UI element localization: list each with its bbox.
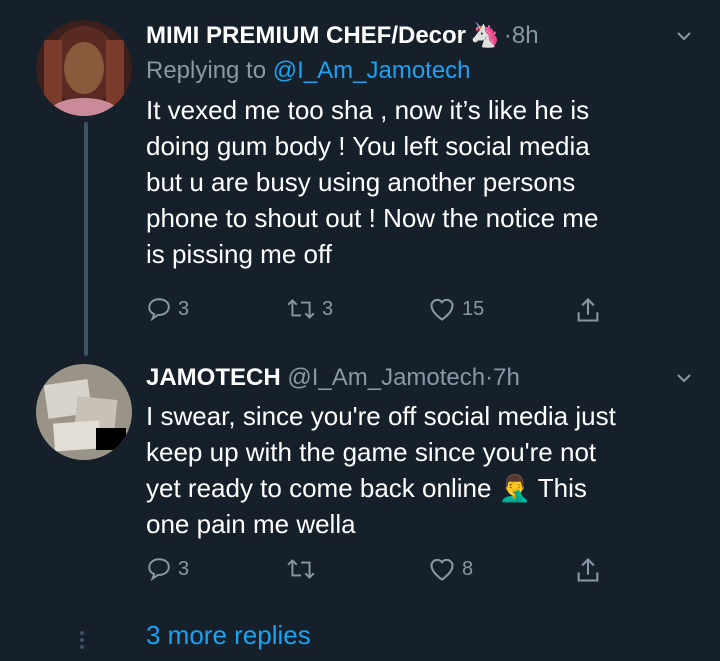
tweet-mimi[interactable]: MIMI PREMIUM CHEF/Decor 🦄 · 8h Replying … xyxy=(146,20,700,272)
heart-icon xyxy=(430,298,454,321)
tweet-actions: 3 8 xyxy=(146,556,626,590)
reply-count: 3 xyxy=(178,557,190,580)
tweet-text: I swear, since you're off social media j… xyxy=(146,401,616,539)
share-icon xyxy=(577,558,599,582)
share-button[interactable] xyxy=(574,296,602,324)
tweet-header: MIMI PREMIUM CHEF/Decor 🦄 · 8h xyxy=(146,20,700,52)
tweet-time[interactable]: 7h xyxy=(493,362,520,394)
like-count: 8 xyxy=(462,557,474,580)
unicorn-emoji: 🦄 xyxy=(470,22,500,49)
retweet-count: 3 xyxy=(322,297,334,320)
avatar-mimi[interactable] xyxy=(36,20,132,116)
like-button[interactable]: 8 xyxy=(428,556,473,582)
author-handle[interactable]: @I_Am_Jamotech xyxy=(287,362,485,394)
replying-to-mention[interactable]: @I_Am_Jamotech xyxy=(273,57,471,84)
heart-icon xyxy=(430,558,454,581)
thread-line-top xyxy=(84,122,88,356)
retweet-icon xyxy=(287,559,315,579)
share-icon xyxy=(577,298,599,322)
reply-button[interactable]: 3 xyxy=(146,556,189,582)
author-name[interactable]: MIMI PREMIUM CHEF/Decor xyxy=(146,20,466,52)
tweet-header: JAMOTECH @I_Am_Jamotech · 7h xyxy=(146,362,700,394)
reply-button[interactable]: 3 xyxy=(146,296,189,322)
author-name[interactable]: JAMOTECH xyxy=(146,362,281,394)
retweet-button[interactable] xyxy=(286,556,322,582)
tweet-time[interactable]: 8h xyxy=(512,20,539,52)
retweet-icon xyxy=(287,299,315,319)
tweet-jamotech[interactable]: JAMOTECH @I_Am_Jamotech · 7h I swear, si… xyxy=(146,362,700,542)
avatar-jamotech[interactable] xyxy=(36,364,132,460)
like-count: 15 xyxy=(462,297,485,320)
replying-to: Replying to @I_Am_Jamotech xyxy=(146,54,700,88)
separator-dot: · xyxy=(485,364,494,391)
separator-dot: · xyxy=(503,22,512,49)
reply-icon xyxy=(148,558,170,582)
replying-to-prefix: Replying to xyxy=(146,57,273,84)
tweet-text: It vexed me too sha , now it’s like he i… xyxy=(146,95,599,269)
thread-dots xyxy=(80,628,84,652)
share-button[interactable] xyxy=(574,556,602,584)
chevron-down-icon[interactable] xyxy=(676,28,692,44)
retweet-button[interactable]: 3 xyxy=(286,296,333,322)
more-replies-link[interactable]: 3 more replies xyxy=(146,620,311,651)
tweet-actions: 3 3 15 xyxy=(146,296,626,330)
like-button[interactable]: 15 xyxy=(428,296,484,322)
reply-count: 3 xyxy=(178,297,190,320)
reply-icon xyxy=(148,298,170,322)
chevron-down-icon[interactable] xyxy=(676,370,692,386)
